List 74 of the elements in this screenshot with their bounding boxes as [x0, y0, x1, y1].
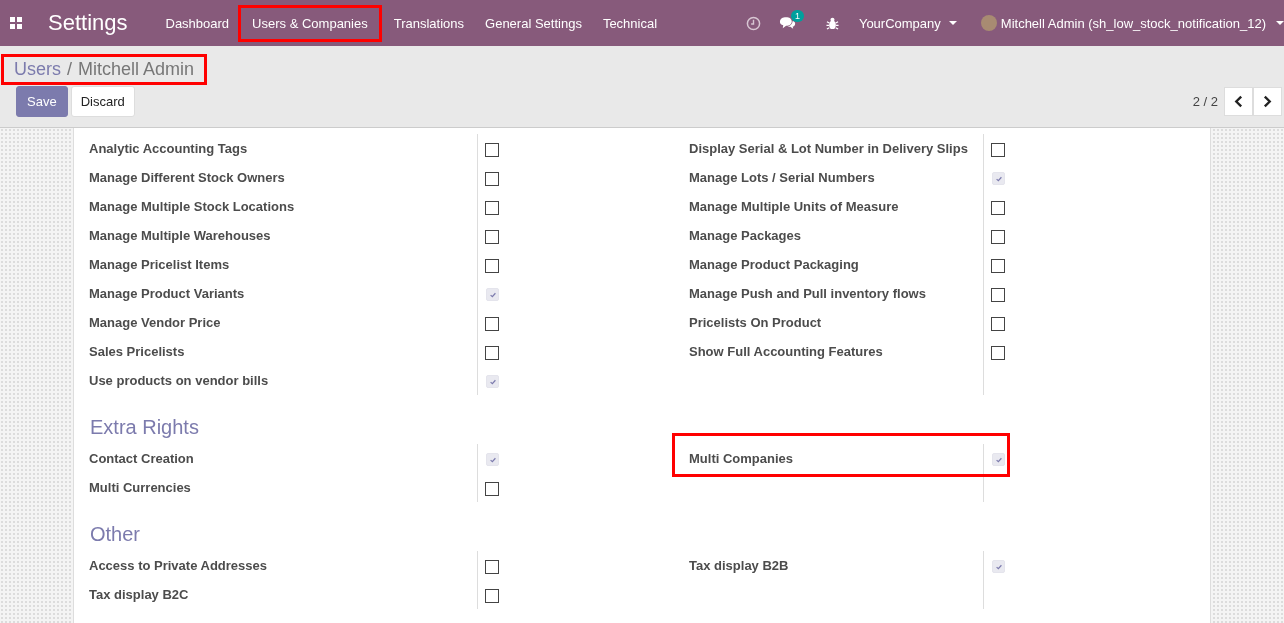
field-label: Manage Packages [689, 227, 802, 243]
field-label: Manage Product Packaging [689, 256, 860, 272]
message-count-badge: 1 [790, 10, 804, 22]
app-title: Settings [48, 10, 128, 36]
field-label: Manage Lots / Serial Numbers [689, 169, 876, 185]
field-label: Use products on vendor bills [89, 372, 270, 388]
checkmark-icon [994, 562, 1003, 571]
field-label: Manage Product Variants [89, 285, 246, 301]
chat-bubbles-icon[interactable] [778, 16, 796, 30]
checkbox[interactable] [485, 482, 499, 496]
caret-icon [1276, 21, 1284, 25]
apps-grid-icon[interactable] [10, 17, 22, 29]
checkmark-icon [994, 174, 1003, 183]
discard-button[interactable]: Discard [70, 86, 135, 117]
checkbox[interactable] [485, 589, 499, 603]
field-label: Manage Different Stock Owners [89, 169, 286, 185]
pager-value: 2 / 2 [1192, 94, 1218, 109]
menu-item[interactable]: Users & Companies [240, 6, 380, 40]
field-label: Multi Currencies [89, 479, 192, 495]
checkbox[interactable] [991, 230, 1005, 244]
checkbox[interactable] [485, 230, 499, 244]
menu-item[interactable]: General Settings [475, 7, 592, 39]
menu-item[interactable]: Technical [592, 7, 668, 39]
bug-icon[interactable] [825, 16, 839, 30]
checkbox[interactable] [991, 288, 1005, 302]
field-label: Manage Vendor Price [89, 314, 222, 330]
section-title: Other [90, 522, 142, 547]
field-label: Tax display B2B [689, 557, 790, 573]
checkbox[interactable] [991, 346, 1005, 360]
checkbox[interactable] [485, 560, 499, 574]
save-button[interactable]: Save [16, 86, 68, 117]
field-label: Manage Pricelist Items [89, 256, 231, 272]
checkbox[interactable] [991, 317, 1005, 331]
checkbox[interactable] [485, 259, 499, 273]
field-label: Access to Private Addresses [89, 557, 268, 573]
checkmark-icon [994, 455, 1003, 464]
checkbox[interactable] [991, 259, 1005, 273]
checkbox[interactable] [485, 172, 499, 186]
section-title: Extra Rights [90, 415, 200, 440]
user-menu[interactable]: Mitchell Admin (sh_low_stock_notification_12) [1000, 15, 1284, 31]
checkbox[interactable] [485, 143, 499, 157]
breadcrumb-current: Mitchell Admin [78, 58, 195, 80]
field-label: Manage Push and Pull inventory flows [689, 285, 927, 301]
clock-icon[interactable] [745, 15, 761, 31]
chevron-left-icon [1234, 95, 1243, 108]
field-label: Show Full Accounting Features [689, 343, 884, 359]
field-label: Contact Creation [89, 450, 195, 466]
checkbox[interactable] [485, 317, 499, 331]
menu-item[interactable]: Dashboard [155, 7, 240, 39]
previous-button[interactable] [1224, 87, 1253, 116]
field-label: Pricelists On Product [689, 314, 823, 330]
breadcrumb-separator: / [67, 58, 73, 80]
field-label: Tax display B2C [89, 586, 190, 602]
field-label: Manage Multiple Stock Locations [89, 198, 296, 214]
field-label: Display Serial & Lot Number in Delivery Slips [689, 140, 969, 156]
field-label: Multi Companies [689, 450, 794, 466]
checkbox[interactable] [991, 143, 1005, 157]
chevron-right-icon [1263, 95, 1272, 108]
checkmark-icon [488, 377, 497, 386]
field-label: Sales Pricelists [89, 343, 186, 359]
checkmark-icon [488, 455, 497, 464]
caret-icon [948, 21, 957, 25]
checkbox[interactable] [991, 201, 1005, 215]
field-label: Manage Multiple Units of Measure [689, 198, 900, 214]
company-dropdown[interactable]: YourCompany [858, 15, 957, 31]
field-label: Analytic Accounting Tags [89, 140, 249, 156]
checkmark-icon [488, 290, 497, 299]
checkbox[interactable] [485, 201, 499, 215]
avatar [980, 15, 997, 31]
next-button[interactable] [1253, 87, 1282, 116]
checkbox[interactable] [485, 346, 499, 360]
breadcrumb-link[interactable]: Users [14, 58, 61, 80]
field-label: Manage Multiple Warehouses [89, 227, 272, 243]
menu-item[interactable]: Translations [383, 7, 475, 39]
